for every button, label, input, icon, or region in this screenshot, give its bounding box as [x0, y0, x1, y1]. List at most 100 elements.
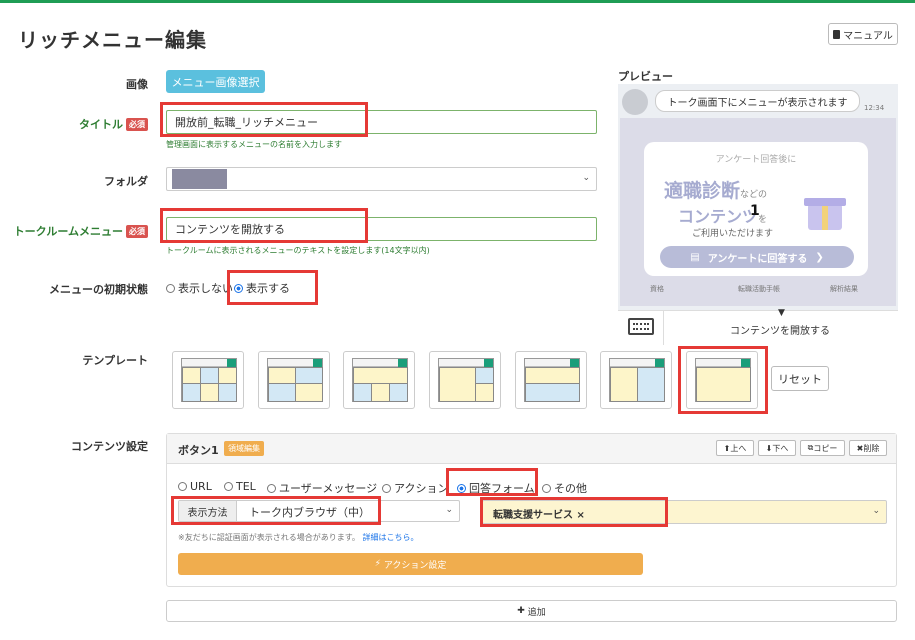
card-sub-text: ご利用いただけます	[692, 229, 774, 239]
template-6[interactable]	[600, 351, 672, 409]
radio-icon	[166, 284, 175, 293]
auth-note-text: ※友だちに認証画面が表示される場合があります。	[178, 533, 360, 542]
reset-button[interactable]: リセット	[771, 366, 829, 391]
details-link[interactable]: 詳細はこちら。	[362, 533, 418, 542]
button-name: ボタン1	[178, 444, 219, 457]
delete-button[interactable]: ✖ 削除	[849, 440, 887, 456]
arrow-down-icon: ⬇	[765, 443, 773, 453]
avatar	[622, 89, 648, 115]
area-edit-badge[interactable]: 領域編集	[224, 441, 264, 456]
chevron-down-icon: ⌄	[872, 506, 880, 516]
chat-bubble: トーク画面下にメニューが表示されます	[655, 90, 860, 112]
menu-bar-divider	[663, 311, 664, 345]
highlight-answer-form-select	[480, 497, 668, 527]
card-top-text: アンケート回答後に	[715, 155, 797, 165]
copy-button[interactable]: ⧉ コピー	[800, 440, 845, 456]
highlight-talkroom	[160, 208, 368, 243]
chevron-down-icon: ⌄	[445, 505, 453, 515]
gift-icon	[798, 186, 850, 234]
arrow-up-icon: ⬆	[723, 443, 731, 453]
type-other-label: その他	[554, 482, 587, 495]
highlight-show	[227, 270, 318, 305]
chevron-down-icon: ⌄	[582, 173, 590, 183]
select-menu-image-button[interactable]: メニュー画像選択	[166, 70, 265, 93]
title-label: タイトル 必須	[40, 116, 148, 132]
folder-color-swatch	[172, 169, 227, 189]
radio-icon	[382, 484, 391, 493]
survey-answer-button[interactable]: ▤ アンケートに回答する ❯	[660, 246, 854, 268]
top-accent-line	[0, 0, 915, 3]
content-settings-label: コンテンツ設定	[71, 440, 148, 453]
caret-down-icon: ▼	[778, 308, 785, 318]
book-icon	[833, 29, 841, 39]
close-icon: ✖	[856, 443, 864, 453]
document-icon: ▤	[690, 251, 700, 263]
card-big-2: コンテンツ	[678, 207, 759, 226]
template-4[interactable]	[429, 351, 501, 409]
title-help: 管理画面に表示するメニューの名前を入力します	[166, 140, 342, 149]
manual-button[interactable]: マニュアル	[828, 23, 898, 45]
card-big-1: 適職診断	[664, 180, 741, 202]
initial-state-label: メニューの初期状態	[49, 283, 148, 296]
bolt-icon: ⚡	[374, 559, 381, 569]
move-down-button[interactable]: ⬇ 下へ	[758, 440, 796, 456]
chat-time: 12:34	[864, 104, 885, 112]
preview-label: プレビュー	[618, 70, 673, 83]
action-settings-label: アクション設定	[383, 560, 447, 571]
type-user-message[interactable]: ユーザーメッセージ	[267, 480, 377, 496]
template-1[interactable]	[172, 351, 244, 409]
radio-icon	[224, 482, 233, 491]
template-label: テンプレート	[82, 354, 148, 367]
radio-icon	[542, 484, 551, 493]
auth-note: ※友だちに認証画面が表示される場合があります。 詳細はこちら。	[178, 532, 418, 543]
image-label: 画像	[126, 78, 148, 91]
bg-label-1: 資格	[650, 285, 664, 293]
delete-label: 削除	[863, 443, 880, 453]
template-5[interactable]	[515, 351, 587, 409]
required-badge: 必須	[126, 118, 148, 131]
type-url-label: URL	[190, 480, 212, 493]
type-action[interactable]: アクション	[382, 480, 448, 496]
chevron-right-icon: ❯	[815, 251, 824, 263]
survey-answer-label: アンケートに回答する	[707, 253, 808, 265]
talkroom-help: トークルームに表示されるメニューのテキストを設定します(14文字以内)	[166, 246, 430, 255]
action-settings-button[interactable]: ⚡ アクション設定	[178, 553, 643, 575]
page-title: リッチメニュー編集	[18, 28, 207, 52]
folder-label: フォルダ	[104, 175, 148, 188]
manual-label: マニュアル	[843, 30, 893, 42]
highlight-display-method	[171, 496, 381, 525]
card-small-1: などの	[740, 190, 768, 200]
type-other[interactable]: その他	[542, 480, 587, 496]
bg-label-2: 転職活動手帳	[738, 285, 780, 293]
bg-label-3: 解析結果	[830, 285, 858, 293]
highlight-answer-form	[446, 468, 538, 496]
move-up-button[interactable]: ⬆ 上へ	[716, 440, 754, 456]
type-tel[interactable]: TEL	[224, 480, 256, 493]
template-3[interactable]	[343, 351, 415, 409]
type-action-label: アクション	[394, 482, 449, 495]
type-tel-label: TEL	[236, 480, 256, 493]
folder-select[interactable]: ⌄	[166, 167, 597, 191]
card-line-1: 適職診断などの	[664, 176, 767, 203]
talkroom-label-text: トークルームメニュー	[13, 225, 123, 238]
radio-hide-label: 表示しない	[178, 282, 233, 295]
highlight-title	[160, 102, 368, 137]
add-label: 追加	[527, 607, 546, 618]
talkroom-label: トークルームメニュー 必須	[10, 223, 148, 239]
card-number: 1	[750, 203, 760, 219]
radio-hide[interactable]: 表示しない	[166, 280, 233, 296]
copy-label: コピー	[813, 443, 838, 453]
menu-bar-text[interactable]: コンテンツを開放する	[700, 322, 860, 337]
highlight-template	[678, 346, 768, 414]
radio-icon	[267, 484, 276, 493]
plus-icon: ✚	[517, 606, 525, 616]
add-button[interactable]: ✚ 追加	[166, 600, 897, 622]
move-down-label: 下へ	[772, 443, 789, 453]
required-badge: 必須	[126, 225, 148, 238]
radio-icon	[178, 482, 187, 491]
move-up-label: 上へ	[730, 443, 747, 453]
keyboard-icon[interactable]	[628, 318, 654, 335]
title-label-text: タイトル	[79, 118, 123, 131]
type-url[interactable]: URL	[178, 480, 212, 493]
template-2[interactable]	[258, 351, 330, 409]
